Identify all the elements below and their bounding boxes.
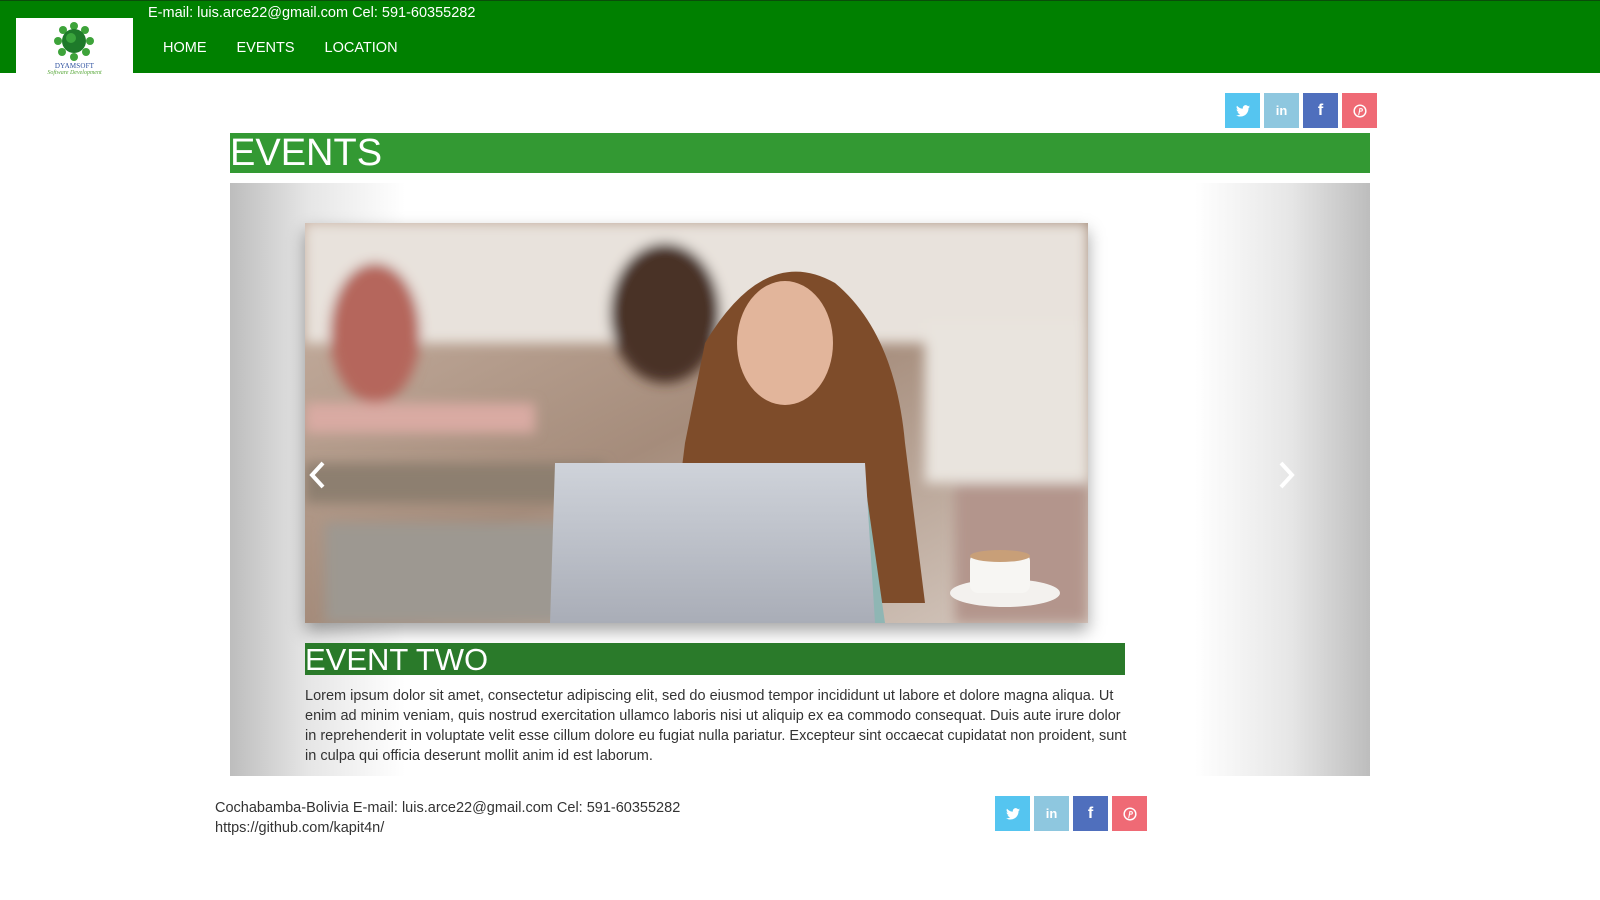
event-carousel: EVENT TWO Lorem ipsum dolor sit amet, co… (230, 183, 1370, 776)
facebook-icon: f (1087, 804, 1094, 822)
logo-sun-icon (54, 22, 94, 61)
nav-location[interactable]: LOCATION (310, 39, 413, 57)
linkedin-icon: in (1275, 103, 1288, 118)
carousel-next-button[interactable] (1272, 455, 1302, 495)
twitter-icon (1235, 104, 1250, 117)
pinterest-icon (1352, 103, 1367, 118)
twitter-button[interactable] (1225, 93, 1260, 128)
facebook-button[interactable]: f (1303, 93, 1338, 128)
page-title: EVENTS (230, 133, 1370, 173)
pinterest-button[interactable] (1342, 93, 1377, 128)
event-title: EVENT TWO (305, 643, 1125, 675)
chevron-right-icon (1279, 461, 1295, 489)
chevron-left-icon (309, 461, 325, 489)
footer: Cochabamba-Bolivia E-mail: luis.arce22@g… (215, 798, 680, 838)
linkedin-icon: in (1045, 806, 1058, 821)
main-nav: HOME EVENTS LOCATION (148, 39, 413, 57)
facebook-icon: f (1317, 101, 1324, 119)
header-bar: DYAMSOFT Software Development E-mail: lu… (0, 0, 1600, 80)
github-link[interactable]: https://github.com/kapit4n/ (215, 820, 384, 836)
linkedin-button[interactable]: in (1034, 796, 1069, 831)
facebook-button[interactable]: f (1073, 796, 1108, 831)
logo-tagline: Software Development (47, 70, 102, 76)
header-contact: E-mail: luis.arce22@gmail.com Cel: 591-6… (148, 5, 476, 21)
pinterest-button[interactable] (1112, 796, 1147, 831)
event-description: Lorem ipsum dolor sit amet, consectetur … (305, 688, 1127, 764)
footer-contact: Cochabamba-Bolivia E-mail: luis.arce22@g… (215, 800, 681, 816)
twitter-button[interactable] (995, 796, 1030, 831)
nav-events[interactable]: EVENTS (222, 39, 310, 57)
logo[interactable]: DYAMSOFT Software Development (16, 18, 133, 80)
linkedin-button[interactable]: in (1264, 93, 1299, 128)
carousel-prev-button[interactable] (302, 455, 332, 495)
nav-home[interactable]: HOME (148, 39, 222, 57)
event-image (305, 223, 1088, 623)
logo-name: DYAMSOFT (54, 62, 95, 70)
social-links-top: in f (1225, 93, 1381, 128)
twitter-icon (1005, 807, 1020, 820)
pinterest-icon (1122, 806, 1137, 821)
social-links-bottom: in f (995, 796, 1151, 831)
